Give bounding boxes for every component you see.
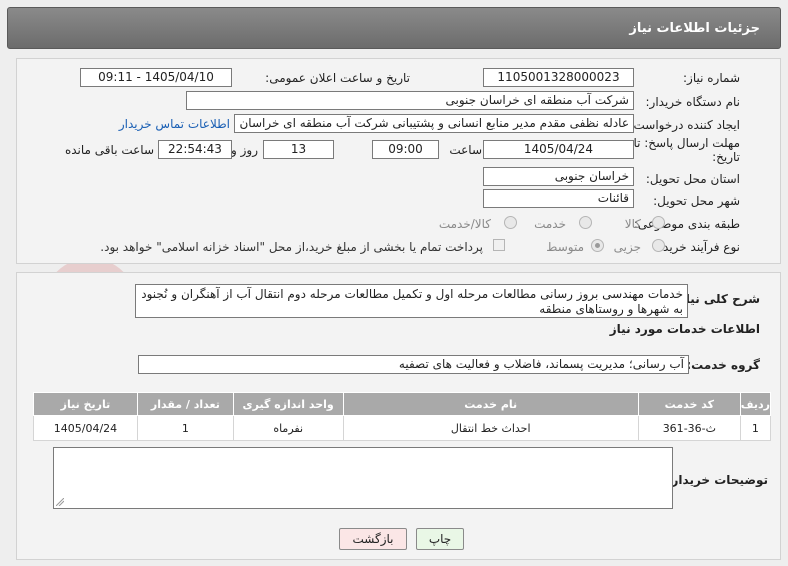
category-radio-goods-service[interactable] [504,216,517,229]
services-table-header: ردیف کد خدمت نام خدمت واحد اندازه گیری ت… [33,392,772,416]
print-button[interactable]: چاپ [416,528,464,550]
col-service-code: کد خدمت [637,392,741,416]
buyer-contact-link[interactable]: اطلاعات تماس خریدار [119,117,230,131]
category-radio-service[interactable] [579,216,592,229]
cell-service-name: احداث خط انتقال [342,415,639,441]
city-label: شهر محل تحویل: [653,194,740,208]
purchase-radio-medium[interactable] [591,239,604,252]
category-label: طبقه بندی موضوعی: [633,217,740,231]
table-row: 1 ث-36-361 احداث خط انتقال نفرماه 1 1405… [33,415,772,441]
purchase-minor-label: جزیی [613,240,641,254]
need-info-panel [16,58,781,264]
time-remaining-label: ساعت باقی مانده [64,143,154,157]
cell-service-code: ث-36-361 [637,415,741,441]
need-number-field: 1105001328000023 [483,68,634,87]
col-need-date: تاریخ نیاز [33,392,138,416]
announce-date-field: 1405/04/10 - 09:11 [80,68,232,87]
page-title: جزئیات اطلاعات نیاز [629,21,760,36]
province-label: استان محل تحویل: [645,172,740,186]
deadline-label-line1: مهلت ارسال پاسخ: تا [633,136,740,150]
time-remaining-field: 22:54:43 [158,140,232,159]
buyer-notes-label: توضیحات خریدار: [666,473,768,487]
cell-unit: نفرماه [232,415,344,441]
category-goods-service-label: کالا/خدمت [438,217,491,231]
col-unit: واحد اندازه گیری [232,392,344,416]
purchase-medium-label: متوسط [546,240,584,254]
creator-label: ایجاد کننده درخواست: [629,118,740,132]
province-field: خراسان جنوبی [483,167,634,186]
purchase-radio-minor[interactable] [652,239,665,252]
buyer-org-field: شرکت آب منطقه ای خراسان جنوبی [186,91,634,110]
services-table: ردیف کد خدمت نام خدمت واحد اندازه گیری ت… [33,392,772,441]
cell-need-date: 1405/04/24 [33,415,138,441]
deadline-time-label: ساعت [449,143,482,157]
description-field: خدمات مهندسی بروز رسانی مطالعات مرحله او… [135,284,688,318]
service-group-label: گروه خدمت: [686,358,760,372]
creator-field: عادله نظفی مقدم مدیر منابع انسانی و پشتی… [234,114,634,133]
need-number-label: شماره نیاز: [683,71,740,85]
deadline-label-line2: تاریخ: [712,150,740,164]
days-remaining-field: 13 [263,140,334,159]
category-service-label: خدمت [534,217,566,231]
col-quantity: تعداد / مقدار [136,392,234,416]
cell-quantity: 1 [136,415,234,441]
cell-row-number: 1 [739,415,772,441]
resize-grip-icon[interactable] [56,498,64,506]
col-row-number: ردیف [739,392,772,416]
deadline-date-field: 1405/04/24 [483,140,634,159]
buyer-notes-field[interactable] [53,447,673,509]
page-header: جزئیات اطلاعات نیاز [7,7,781,49]
deadline-time-field: 09:00 [372,140,439,159]
announce-date-label: تاریخ و ساعت اعلان عمومی: [265,71,410,85]
days-label: روز و [231,143,258,157]
services-section-title: اطلاعات خدمات مورد نیاز [609,322,760,336]
back-button[interactable]: بازگشت [339,528,407,550]
col-service-name: نام خدمت [342,392,639,416]
payment-note: پرداخت تمام یا بخشی از مبلغ خرید،از محل … [100,240,483,254]
city-field: قائنات [483,189,634,208]
category-goods-label: کالا [624,217,641,231]
service-group-field: آب رسانی؛ مدیریت پسماند، فاضلاب و فعالیت… [138,355,689,374]
category-radio-goods[interactable] [652,216,665,229]
purchase-type-label: نوع فرآیند خرید : [655,240,740,254]
treasury-bond-checkbox[interactable] [493,239,505,251]
buyer-org-label: نام دستگاه خریدار: [645,95,741,109]
